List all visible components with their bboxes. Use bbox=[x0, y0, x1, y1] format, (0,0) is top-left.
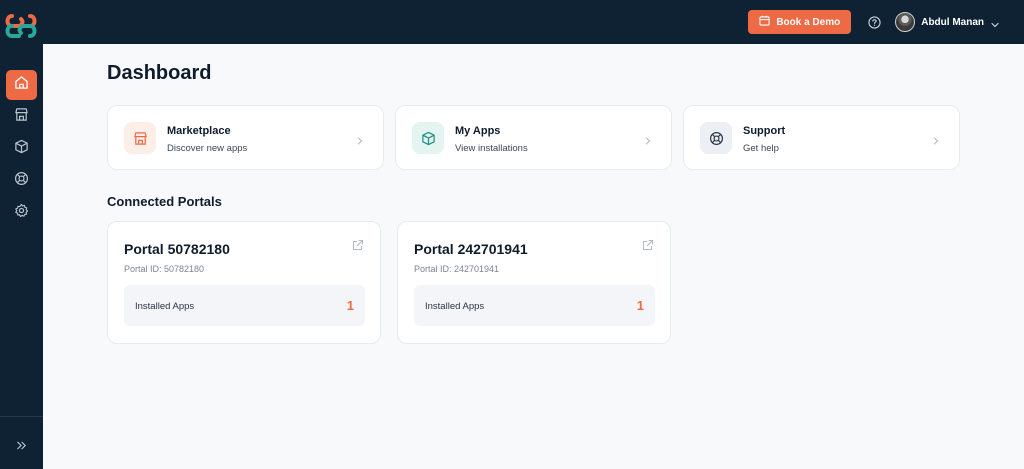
lifebuoy-icon bbox=[14, 171, 29, 191]
quick-link-title: Support bbox=[743, 125, 786, 137]
portal-id: Portal ID: 242701941 bbox=[414, 264, 500, 274]
user-name: Abdul Manan bbox=[921, 16, 984, 28]
installed-apps-count: 1 bbox=[346, 298, 354, 313]
sidebar bbox=[0, 44, 43, 469]
installed-apps-box[interactable]: Installed Apps 1 bbox=[124, 285, 365, 326]
chevron-right-icon bbox=[355, 133, 365, 145]
installed-apps-label: Installed Apps bbox=[425, 301, 485, 312]
quick-link-title: Marketplace bbox=[167, 125, 231, 137]
sidebar-item-marketplace[interactable] bbox=[6, 102, 37, 132]
portal-card: Portal 50782180 Portal ID: 50782180 Inst… bbox=[107, 221, 381, 344]
quick-link-subtitle: View installations bbox=[455, 143, 528, 154]
home-icon bbox=[14, 75, 29, 95]
quick-link-my-apps[interactable]: My Apps View installations bbox=[395, 105, 672, 170]
top-right-actions: Book a Demo Abdul Manan bbox=[748, 10, 1000, 34]
book-demo-label: Book a Demo bbox=[776, 16, 841, 28]
page-title: Dashboard bbox=[107, 62, 212, 84]
help-icon[interactable] bbox=[867, 15, 881, 29]
double-chevron-right-icon bbox=[15, 439, 28, 457]
box-icon bbox=[14, 139, 29, 159]
external-link-icon[interactable] bbox=[642, 238, 654, 251]
quick-link-marketplace[interactable]: Marketplace Discover new apps bbox=[107, 105, 384, 170]
quick-link-subtitle: Get help bbox=[743, 143, 779, 154]
avatar bbox=[895, 12, 916, 32]
chevron-right-icon bbox=[931, 133, 941, 145]
external-link-icon[interactable] bbox=[352, 238, 364, 251]
top-bar: Book a Demo Abdul Manan bbox=[0, 0, 1024, 44]
chevron-right-icon bbox=[643, 133, 653, 145]
sidebar-divider bbox=[0, 416, 43, 417]
user-menu[interactable]: Abdul Manan bbox=[895, 12, 1000, 32]
quick-link-title: My Apps bbox=[455, 125, 501, 137]
portal-name: Portal 242701941 bbox=[414, 241, 528, 257]
quick-link-support[interactable]: Support Get help bbox=[683, 105, 960, 170]
sidebar-item-home[interactable] bbox=[6, 70, 37, 100]
installed-apps-box[interactable]: Installed Apps 1 bbox=[414, 285, 655, 326]
store-icon bbox=[124, 122, 156, 154]
sidebar-item-my-apps[interactable] bbox=[6, 134, 37, 164]
app-logo-icon[interactable] bbox=[4, 10, 38, 42]
sidebar-item-support[interactable] bbox=[6, 166, 37, 196]
installed-apps-count: 1 bbox=[636, 298, 644, 313]
quick-link-subtitle: Discover new apps bbox=[167, 143, 248, 154]
store-icon bbox=[14, 107, 29, 127]
portal-id: Portal ID: 50782180 bbox=[124, 264, 205, 274]
lifebuoy-icon bbox=[700, 122, 732, 154]
chevron-down-icon bbox=[990, 17, 1000, 28]
box-icon bbox=[412, 122, 444, 154]
installed-apps-label: Installed Apps bbox=[135, 301, 195, 312]
portal-card: Portal 242701941 Portal ID: 242701941 In… bbox=[397, 221, 671, 344]
portal-name: Portal 50782180 bbox=[124, 241, 230, 257]
calendar-icon bbox=[759, 15, 770, 29]
gear-icon bbox=[14, 203, 29, 223]
book-demo-button[interactable]: Book a Demo bbox=[748, 10, 852, 34]
connected-portals-title: Connected Portals bbox=[107, 194, 222, 209]
sidebar-item-settings[interactable] bbox=[6, 198, 37, 228]
expand-sidebar-button[interactable] bbox=[12, 439, 30, 457]
